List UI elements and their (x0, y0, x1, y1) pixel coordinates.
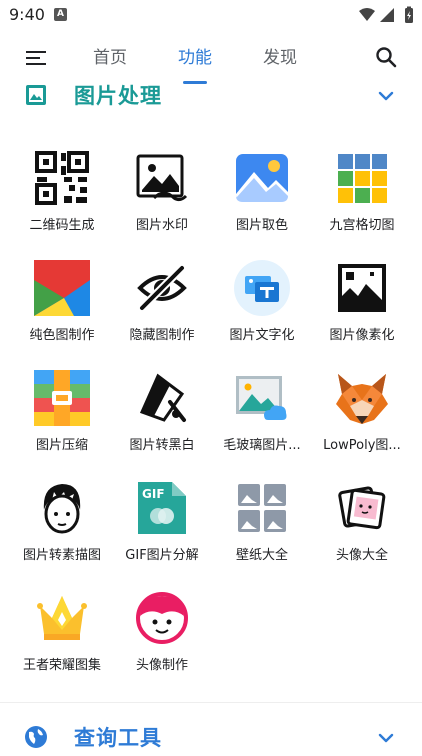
tool-image-color-picker[interactable]: 图片取色 (212, 138, 312, 248)
status-icons (359, 6, 413, 23)
tool-label: 图片转黑白 (129, 438, 195, 453)
tool-solid-color[interactable]: 纯色图制作 (12, 248, 112, 358)
tool-label: 隐藏图制作 (129, 328, 195, 343)
tool-wallpapers[interactable]: 壁纸大全 (212, 468, 312, 578)
gif-icon: GIF (138, 482, 186, 534)
image-section-icon (26, 85, 46, 105)
sketch-face-icon (43, 484, 81, 534)
tab-tools[interactable]: 功能 (178, 44, 212, 72)
lowpoly-fox-icon (336, 374, 388, 424)
svg-text:GIF: GIF (142, 487, 165, 501)
tool-lowpoly[interactable]: LowPoly图... (312, 358, 412, 468)
qr-code-icon (35, 151, 89, 205)
wallpaper-icon (238, 484, 286, 532)
avatar-collection-icon (338, 486, 386, 530)
tool-label: 二维码生成 (29, 218, 95, 233)
tool-label: 图片文字化 (229, 328, 295, 343)
color-picker-image-icon (236, 154, 288, 202)
solid-color-icon (34, 260, 90, 316)
image-to-text-icon (234, 260, 290, 316)
tool-label: 图片转素描图 (22, 548, 101, 563)
tool-label: 图片水印 (135, 218, 188, 233)
tool-label: 壁纸大全 (235, 548, 288, 563)
tool-avatar-maker[interactable]: 头像制作 (112, 578, 212, 688)
tool-label: 王者荣耀图集 (22, 658, 101, 673)
tool-label: 图片取色 (235, 218, 288, 233)
section-title: 图片处理 (74, 84, 162, 108)
tab-discover[interactable]: 发现 (263, 44, 297, 72)
section-title: 查询工具 (74, 726, 162, 750)
status-bar: 9:40 A (0, 0, 422, 30)
chevron-down-icon[interactable] (374, 84, 398, 108)
tool-qr-code[interactable]: 二维码生成 (12, 138, 112, 248)
frosted-glass-icon (236, 376, 287, 420)
hidden-eye-icon (137, 265, 187, 311)
crown-icon (37, 596, 87, 640)
tool-label: 九宫格切图 (329, 218, 395, 233)
tool-pixelate[interactable]: 图片像素化 (312, 248, 412, 358)
image-watermark-icon (136, 154, 188, 202)
status-time: 9:40 (9, 5, 45, 24)
tool-label: 头像制作 (135, 658, 188, 673)
tool-avatar-collection[interactable]: 头像大全 (312, 468, 412, 578)
globe-icon (25, 726, 47, 748)
section-header-query-tools[interactable]: 查询工具 (0, 720, 422, 756)
black-white-icon (139, 373, 186, 422)
tool-image-to-text[interactable]: 图片文字化 (212, 248, 312, 358)
tool-image-watermark[interactable]: 图片水印 (112, 138, 212, 248)
menu-icon[interactable] (24, 46, 48, 70)
tool-sketch[interactable]: 图片转素描图 (12, 468, 112, 578)
tool-compress[interactable]: 图片压缩 (12, 358, 112, 468)
tool-black-white[interactable]: 图片转黑白 (112, 358, 212, 468)
pixelate-icon (338, 264, 386, 312)
tool-label: GIF图片分解 (125, 548, 199, 563)
tool-gif-split[interactable]: GIF GIF图片分解 (112, 468, 212, 578)
compress-icon (34, 370, 90, 426)
tool-label: 毛玻璃图片... (223, 438, 301, 453)
tool-label: LowPoly图... (323, 438, 401, 453)
tool-label: 图片压缩 (35, 438, 88, 453)
tool-label: 纯色图制作 (29, 328, 95, 343)
section-divider (0, 702, 422, 703)
tool-hidden-image[interactable]: 隐藏图制作 (112, 248, 212, 358)
tool-nine-grid[interactable]: 九宫格切图 (312, 138, 412, 248)
nine-grid-icon (338, 154, 387, 203)
tab-home[interactable]: 首页 (93, 44, 127, 72)
section-header-image-processing[interactable]: 图片处理 (0, 78, 422, 114)
tool-honor-of-kings[interactable]: 王者荣耀图集 (12, 578, 112, 688)
avatar-maker-icon (136, 592, 188, 644)
search-icon[interactable] (374, 45, 398, 69)
tool-frosted-glass[interactable]: 毛玻璃图片... (212, 358, 312, 468)
tool-label: 头像大全 (335, 548, 388, 563)
notification-icon: A (54, 8, 67, 21)
chevron-down-icon[interactable] (374, 726, 398, 750)
tool-label: 图片像素化 (329, 328, 395, 343)
